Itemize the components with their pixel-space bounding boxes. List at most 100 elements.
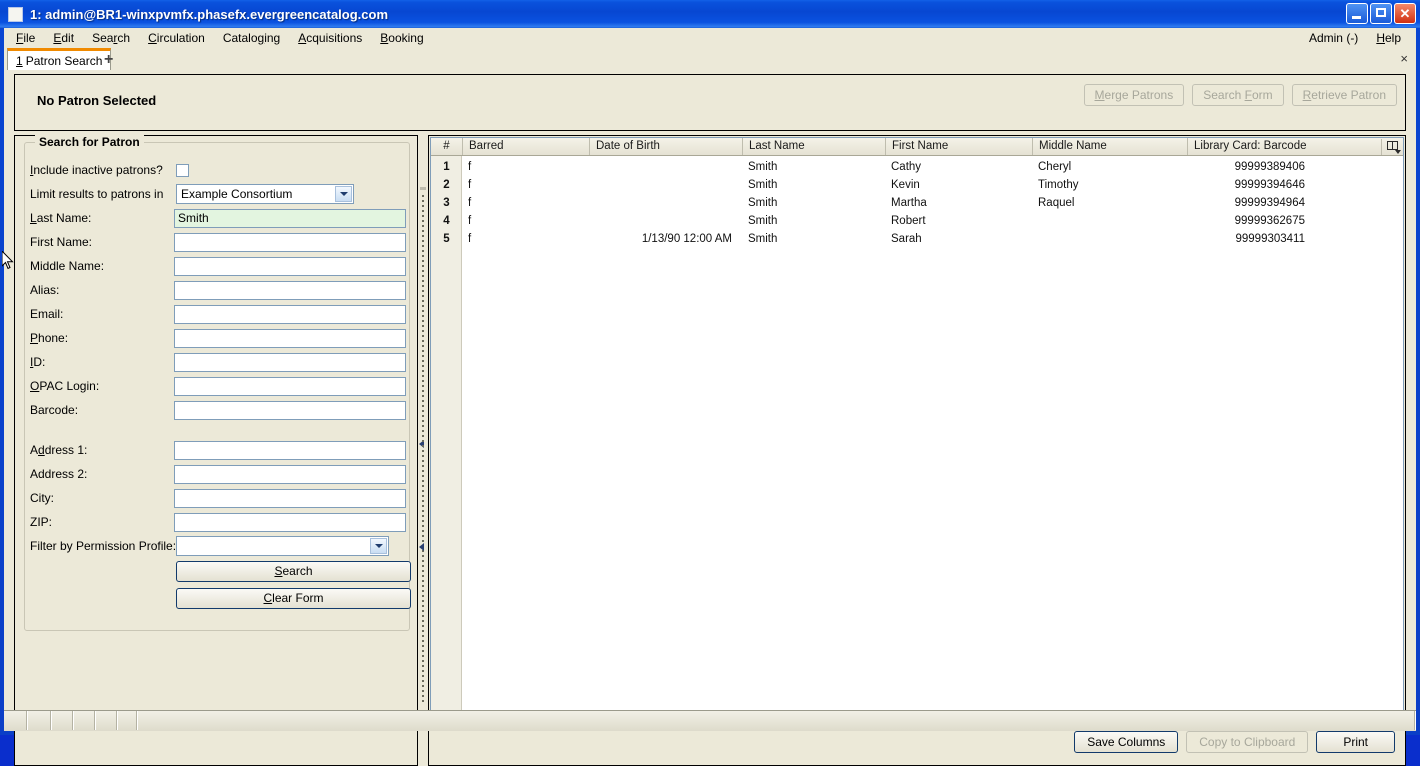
cell-last-name: Smith [748,161,778,173]
field-row-include-inactive: Include inactive patrons? [30,159,406,181]
cell-middle-name: Cheryl [1038,161,1072,173]
menu-cataloging[interactable]: Cataloging [214,29,289,47]
menu-bar-right: Admin (-) Help [1297,28,1410,48]
menu-circulation[interactable]: Circulation [139,29,214,47]
email-input[interactable] [174,304,406,324]
new-tab-icon[interactable]: + [104,51,113,69]
status-segment [28,711,52,730]
menu-edit[interactable]: Edit [44,29,83,47]
menu-bar: File Edit Search Circulation Cataloging … [4,28,1416,48]
splitter-collapse-down-icon[interactable] [419,543,424,551]
chevron-down-icon [370,538,387,554]
field-row-last-name: Last Name: [30,207,406,229]
city-input[interactable] [174,488,406,508]
search-button[interactable]: Search [176,561,411,582]
patron-summary-header: No Patron Selected Merge Patrons Search … [14,74,1406,131]
cell-barred: f [468,161,472,173]
pane-splitter[interactable] [418,135,428,766]
table-row[interactable]: 4 f Smith Robert 99999362675 [431,212,1403,230]
tab-strip: 1 Patron Search + × [4,48,1416,71]
status-segment [138,711,1416,730]
column-header-first-name[interactable]: First Name [885,138,1032,155]
copy-to-clipboard-button[interactable]: Copy to Clipboard [1186,731,1309,753]
first-name-input[interactable] [174,232,406,252]
cell-middle-name [1032,230,1038,248]
retrieve-patron-button[interactable]: Retrieve Patron [1291,84,1397,106]
id-input[interactable] [174,352,406,372]
close-tab-icon[interactable]: × [1400,51,1408,66]
grid-columns-icon [1386,141,1401,154]
label-first-name: First Name: [30,235,93,249]
column-header-middle-name[interactable]: Middle Name [1032,138,1187,155]
label-limit-results: Limit results to patrons in [30,187,164,201]
cell-barcode: 99999362675 [1234,215,1305,227]
results-pane: # Barred Date of Birth Last Name First N… [428,135,1406,766]
phone-input[interactable] [174,328,406,348]
include-inactive-checkbox[interactable] [176,163,189,177]
permission-profile-select[interactable] [176,536,389,556]
barcode-input[interactable] [174,400,406,420]
zip-input[interactable] [174,512,406,532]
label-city: City: [30,491,54,505]
label-address1: Address 1: [30,443,88,457]
field-row-alias: Alias: [30,279,406,301]
menu-booking[interactable]: Booking [371,29,432,47]
column-header-barred[interactable]: Barred [462,138,589,155]
menu-admin[interactable]: Admin (-) [1300,29,1367,47]
menu-search[interactable]: Search [83,29,139,47]
search-pane: Search for Patron Include inactive patro… [14,135,418,766]
menu-help[interactable]: Help [1367,29,1410,47]
close-button[interactable] [1394,3,1416,24]
opac-login-input[interactable] [174,376,406,396]
address2-input[interactable] [174,464,406,484]
tab-patron-search[interactable]: 1 Patron Search [7,48,112,70]
cell-barred: f [468,197,472,209]
table-row[interactable]: 3 f Smith Martha Raquel 99999394964 [431,194,1403,212]
print-button[interactable]: Print [1316,731,1395,753]
field-row-first-name: First Name: [30,231,406,253]
tab-label: Patron Search [25,53,103,68]
cell-row-number: 4 [443,215,450,227]
field-row-middle-name: Middle Name: [30,255,406,277]
minimize-button[interactable] [1346,3,1368,24]
cell-first-name: Sarah [891,233,922,245]
cell-barcode: 99999303411 [1235,233,1306,245]
cell-middle-name: Raquel [1038,197,1075,209]
menu-file[interactable]: File [7,29,44,47]
cell-first-name: Robert [891,215,926,227]
column-header-barcode[interactable]: Library Card: Barcode [1187,138,1383,155]
label-id: ID: [30,355,46,369]
column-picker-icon[interactable] [1381,139,1403,155]
table-row[interactable]: 1 f Smith Cathy Cheryl 99999389406 [431,158,1403,176]
column-header-dob[interactable]: Date of Birth [589,138,742,155]
cell-dob [589,194,742,212]
menu-acquisitions[interactable]: Acquisitions [289,29,371,47]
window-icon [8,6,23,22]
address1-input[interactable] [174,440,406,460]
alias-input[interactable] [174,280,406,300]
limit-results-value: Example Consortium [181,187,293,201]
limit-results-select[interactable]: Example Consortium [176,184,354,204]
cell-dob: 1/13/90 12:00 AM [641,233,732,245]
middle-name-input[interactable] [174,256,406,276]
label-include-inactive: Include inactive patrons? [30,163,163,177]
field-row-barcode: Barcode: [30,399,406,421]
table-row[interactable]: 2 f Smith Kevin Timothy 99999394646 [431,176,1403,194]
application-window: 1: admin@BR1-winxpvmfx.phasefx.evergreen… [0,0,1420,766]
merge-patrons-button[interactable]: Merge Patrons [1083,84,1185,106]
column-header-number[interactable]: # [431,138,462,155]
clear-form-button[interactable]: Clear Form [176,588,411,609]
save-columns-button[interactable]: Save Columns [1074,731,1179,753]
title-bar: 1: admin@BR1-winxpvmfx.phasefx.evergreen… [0,0,1420,28]
label-phone: Phone: [30,331,69,345]
status-segment [118,711,138,730]
search-form-button[interactable]: Search Form [1192,84,1284,106]
field-row-phone: Phone: [30,327,406,349]
splitter-grip[interactable] [422,195,424,705]
maximize-button[interactable] [1370,3,1392,24]
label-last-name: Last Name: [30,211,92,225]
field-row-city: City: [30,487,406,509]
column-header-last-name[interactable]: Last Name [742,138,885,155]
last-name-input[interactable] [174,208,406,228]
table-row[interactable]: 5 f 1/13/90 12:00 AM Smith Sarah 9999930… [431,230,1403,248]
